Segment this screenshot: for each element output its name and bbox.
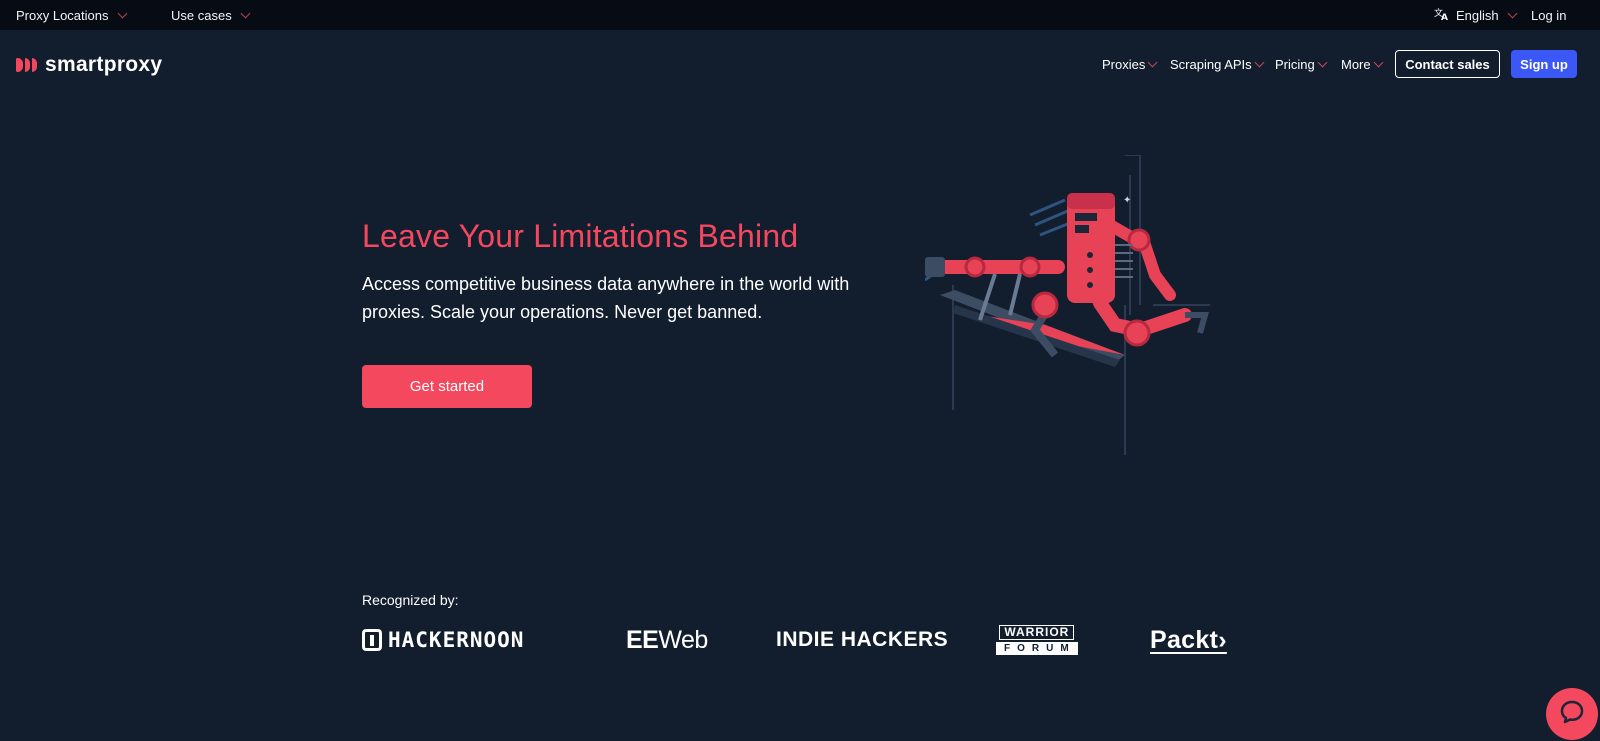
warrior-text: WARRIOR (999, 625, 1075, 640)
nav-more-label: More (1341, 56, 1371, 72)
robot-illustration: ✦ (924, 154, 1245, 470)
smartproxy-logo[interactable]: smartproxy (16, 52, 162, 78)
chevron-down-icon (1373, 57, 1384, 67)
nav-pricing-label: Pricing (1275, 56, 1315, 72)
translate-icon: 文 A (1434, 7, 1450, 24)
svg-text:A: A (1441, 13, 1448, 21)
language-label: English (1456, 7, 1499, 23)
packt-text: Packt› (1150, 625, 1227, 654)
nav-more[interactable]: More (1341, 50, 1384, 78)
top-utility-bar: Proxy Locations Use cases 文 A English Lo… (0, 0, 1600, 30)
eeweb-bold-text: EE (626, 625, 659, 654)
eeweb-text: Web (658, 625, 708, 654)
nav-proxies[interactable]: Proxies (1102, 50, 1158, 78)
use-cases-label: Use cases (171, 7, 232, 23)
chevron-down-icon (1254, 57, 1265, 67)
chevron-down-icon (240, 8, 251, 18)
chat-bubble-icon (1559, 699, 1585, 730)
get-started-button[interactable]: Get started (362, 365, 532, 408)
nav-scraping-apis[interactable]: Scraping APIs (1170, 50, 1265, 78)
nav-pricing[interactable]: Pricing (1275, 50, 1328, 78)
logo-text: smartproxy (45, 53, 163, 76)
forum-text: FORUM (996, 642, 1078, 655)
chat-widget-button[interactable] (1546, 688, 1598, 740)
svg-text:✦: ✦ (1123, 195, 1131, 206)
nav-proxies-label: Proxies (1102, 56, 1146, 72)
logo-mark-icon (16, 58, 37, 72)
hackernoon-text: HACKERNOON (388, 628, 525, 652)
sign-up-button[interactable]: Sign up (1511, 50, 1577, 78)
hackernoon-logo[interactable]: HACKERNOON (362, 622, 524, 658)
chevron-down-icon (1507, 8, 1518, 18)
indie-hackers-logo[interactable]: INDIE HACKERS (776, 622, 948, 658)
language-selector[interactable]: 文 A English (1434, 0, 1518, 30)
use-cases-dropdown[interactable]: Use cases (171, 0, 251, 30)
eeweb-logo[interactable]: EE Web (626, 622, 708, 658)
chevron-down-icon (1317, 57, 1328, 67)
chevron-down-icon (1147, 57, 1158, 67)
hero-subtitle: Access competitive business data anywher… (362, 274, 850, 322)
hackernoon-mark-icon (362, 629, 382, 651)
warrior-forum-logo[interactable]: WARRIOR FORUM (996, 622, 1078, 658)
contact-sales-button[interactable]: Contact sales (1395, 50, 1500, 78)
packt-logo[interactable]: Packt› (1150, 622, 1227, 658)
proxy-locations-dropdown[interactable]: Proxy Locations (16, 0, 127, 30)
proxy-locations-label: Proxy Locations (16, 7, 109, 23)
login-link[interactable]: Log in (1531, 0, 1566, 30)
nav-scraping-apis-label: Scraping APIs (1170, 56, 1252, 72)
recognized-by-label: Recognized by: (362, 592, 459, 608)
hero-title: Leave Your Limitations Behind (362, 218, 799, 254)
chevron-down-icon (117, 8, 127, 18)
login-label: Log in (1531, 7, 1567, 23)
indie-hackers-text: INDIE HACKERS (776, 628, 949, 651)
main-navigation: smartproxy Proxies Scraping APIs Pricing… (0, 30, 1600, 100)
